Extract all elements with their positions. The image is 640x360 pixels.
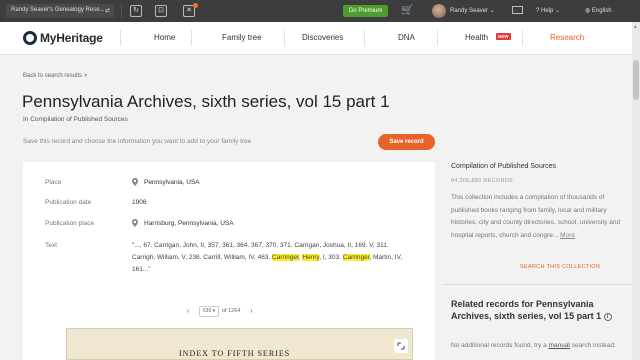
record-count: 84,206,880 RECORDS: [451, 178, 513, 184]
text-label: Text: [45, 242, 57, 249]
notification-dot: [193, 3, 198, 8]
scroll-up-icon[interactable]: ▲: [633, 24, 638, 30]
logo-icon: [23, 31, 37, 45]
description-text: This collection includes a compilation o…: [451, 194, 621, 239]
save-record-button[interactable]: Save record: [378, 134, 435, 150]
related-none-message: No additional records found, try a manua…: [451, 341, 621, 351]
page-number-select[interactable]: 639 ▾: [199, 305, 219, 317]
page-navigator: ‹ 639 ▾ of 1264 ›: [183, 304, 256, 318]
place-value: Pennsylvania, USA: [144, 179, 200, 186]
document-header-text: INDEX TO FIFTH SERIES: [179, 349, 291, 358]
family-icon[interactable]: ⊡: [155, 5, 167, 17]
language-selector[interactable]: ◍ English: [585, 7, 612, 14]
divider: [120, 30, 121, 46]
place-label: Place: [45, 179, 62, 186]
language-label: English: [591, 8, 612, 14]
brand-name: MyHeritage: [40, 31, 103, 45]
mail-icon[interactable]: [512, 6, 523, 14]
divider: [284, 30, 285, 46]
top-utility-bar: Randy Seaver's Genealogy Rese... ⇄ ↻ ⊡ ✕…: [0, 0, 640, 22]
page-number: 639: [202, 307, 212, 314]
scrollbar-thumb[interactable]: [633, 60, 639, 100]
related-none-text: No additional records found, try a: [451, 342, 547, 349]
help-menu[interactable]: ? Help ⌄: [536, 7, 560, 14]
highlighted-term: Henry: [302, 254, 320, 261]
text-segment: ,: [298, 254, 301, 261]
divider: [364, 30, 365, 46]
nav-discoveries[interactable]: Discoveries: [302, 33, 343, 42]
more-link[interactable]: More: [560, 232, 575, 239]
chevron-down-icon: ⌄: [555, 8, 561, 14]
publication-place-label: Publication place: [45, 220, 95, 227]
related-title-text: Related records for Pennsylvania Archive…: [451, 299, 602, 321]
related-tail-text: search instead.: [571, 342, 616, 349]
expand-icon[interactable]: [394, 339, 408, 353]
site-name: Randy Seaver's Genealogy Rese...: [11, 7, 105, 13]
page-title: Pennsylvania Archives, sixth series, vol…: [22, 92, 390, 111]
chevron-right-icon[interactable]: ›: [246, 308, 256, 315]
new-badge: NEW: [496, 33, 511, 40]
go-premium-button[interactable]: Go Premium: [343, 5, 388, 17]
nav-family-tree[interactable]: Family tree: [222, 33, 262, 42]
text-segment: , I, 303.: [319, 254, 341, 261]
search-collection-link[interactable]: SEARCH THIS COLLECTION: [520, 264, 600, 270]
site-selector[interactable]: Randy Seaver's Genealogy Rese... ⇄: [6, 4, 114, 18]
nav-research[interactable]: Research: [550, 33, 584, 42]
help-icon: ?: [536, 8, 540, 14]
collection-description: This collection includes a compilation o…: [451, 192, 623, 242]
document-image-preview[interactable]: INDEX TO FIFTH SERIES: [66, 328, 413, 360]
divider: [442, 284, 632, 285]
myheritage-logo[interactable]: MyHeritage: [23, 30, 103, 46]
chevron-down-icon: ⌄: [489, 8, 495, 14]
highlighted-term: Carringer: [272, 254, 299, 261]
divider: [522, 30, 523, 46]
divider: [121, 4, 122, 18]
nav-dna[interactable]: DNA: [398, 33, 415, 42]
help-label: Help: [541, 8, 554, 14]
publication-place-value: Harrisburg, Pennsylvania, USA: [144, 220, 234, 227]
user-switch-icon: ⇄: [104, 8, 110, 14]
location-pin-icon: [132, 219, 138, 227]
user-name: Randy Seaver: [450, 8, 489, 14]
user-menu[interactable]: Randy Seaver ⌄: [450, 7, 495, 14]
page-total: of 1264: [222, 308, 241, 314]
back-to-results-link[interactable]: Back to search results >: [23, 73, 87, 79]
recent-icon[interactable]: ↻: [130, 5, 142, 17]
cart-icon[interactable]: 🛒: [401, 5, 413, 16]
collection-name[interactable]: Compilation of Published Sources: [451, 163, 556, 170]
chevron-left-icon[interactable]: ‹: [183, 308, 193, 315]
globe-icon: ◍: [585, 8, 592, 14]
manual-search-link[interactable]: manual: [549, 342, 570, 349]
info-icon[interactable]: i: [603, 313, 612, 321]
main-nav: MyHeritage Home Family tree Discoveries …: [0, 22, 632, 55]
nav-home[interactable]: Home: [154, 33, 175, 42]
related-records-title: Related records for Pennsylvania Archive…: [451, 298, 621, 322]
publication-date-value: 1906: [132, 199, 147, 206]
collection-line: In Compilation of Published Sources: [23, 116, 128, 123]
divider: [437, 30, 438, 46]
record-card: Place Pennsylvania, USA Publication date…: [23, 162, 435, 360]
location-pin-icon: [132, 178, 138, 186]
publication-date-label: Publication date: [45, 199, 92, 206]
save-hint: Save this record and choose the informat…: [23, 138, 252, 145]
divider: [191, 30, 192, 46]
avatar[interactable]: [432, 4, 446, 18]
nav-health[interactable]: Health: [465, 33, 488, 42]
highlighted-term: Carringer: [342, 254, 370, 261]
record-text: "..., 67. Carrigan, John, II, 357, 361, …: [132, 240, 412, 276]
